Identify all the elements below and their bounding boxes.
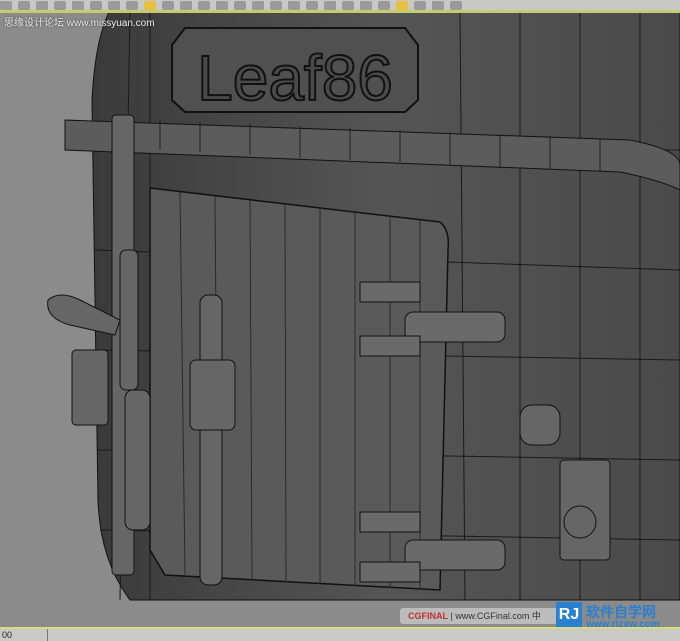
3d-viewport[interactable]: Leaf86	[0, 13, 680, 627]
select-tool-button[interactable]	[144, 0, 156, 10]
rj-logo: RJ	[556, 602, 582, 628]
toolbar-button[interactable]	[0, 0, 12, 10]
main-toolbar	[0, 0, 680, 10]
toolbar-button[interactable]	[108, 0, 120, 10]
render-button[interactable]	[396, 0, 408, 10]
toolbar-button[interactable]	[36, 0, 48, 10]
model-render: Leaf86	[47, 13, 680, 601]
toolbar-button[interactable]	[90, 0, 102, 10]
top-watermark: 思缘设计论坛 www.missyuan.com	[4, 18, 155, 29]
cgfinal-brand: CGFINAL	[408, 611, 448, 621]
cgfinal-watermark: CGFINAL | www.CGFinal.com 中	[400, 608, 578, 624]
status-divider	[47, 629, 48, 641]
toolbar-button[interactable]	[216, 0, 228, 10]
cgfinal-text: | www.CGFinal.com 中	[450, 611, 541, 621]
toolbar-button[interactable]	[234, 0, 246, 10]
toolbar-button[interactable]	[378, 0, 390, 10]
toolbar-button[interactable]	[198, 0, 210, 10]
toolbar-button[interactable]	[306, 0, 318, 10]
toolbar-button[interactable]	[432, 0, 444, 10]
toolbar-button[interactable]	[18, 0, 30, 10]
toolbar-button[interactable]	[72, 0, 84, 10]
toolbar-button[interactable]	[54, 0, 66, 10]
toolbar-button[interactable]	[162, 0, 174, 10]
toolbar-button[interactable]	[342, 0, 354, 10]
toolbar-button[interactable]	[126, 0, 138, 10]
toolbar-button[interactable]	[270, 0, 282, 10]
name-plate: Leaf86	[171, 27, 419, 115]
toolbar-button[interactable]	[252, 0, 264, 10]
toolbar-button[interactable]	[324, 0, 336, 10]
toolbar-button[interactable]	[414, 0, 426, 10]
toolbar-button[interactable]	[360, 0, 372, 10]
plate-text: Leaf86	[197, 42, 393, 114]
toolbar-button[interactable]	[180, 0, 192, 10]
toolbar-button[interactable]	[450, 0, 462, 10]
toolbar-button[interactable]	[288, 0, 300, 10]
